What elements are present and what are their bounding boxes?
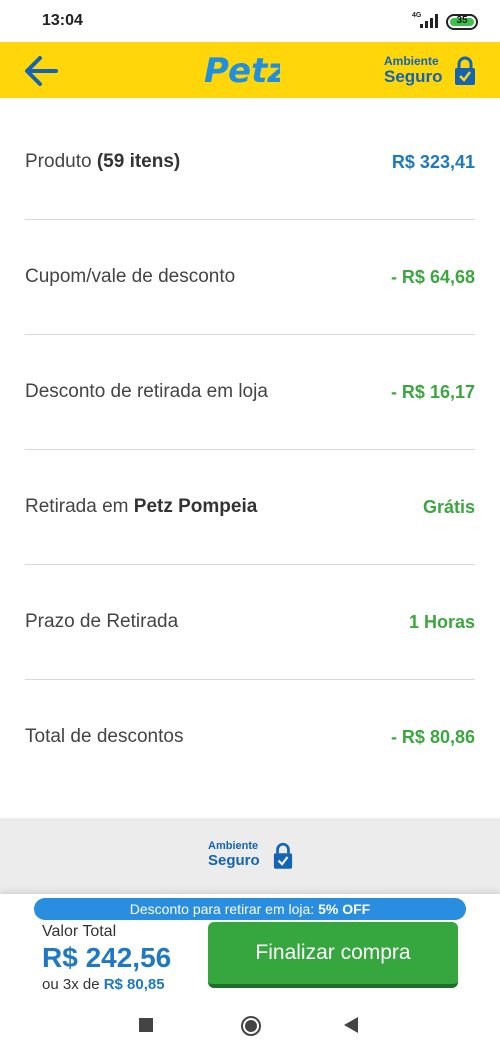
battery-level: 35 bbox=[456, 15, 468, 26]
summary-value: - R$ 16,17 bbox=[390, 382, 475, 402]
home-icon[interactable] bbox=[240, 1015, 262, 1037]
status-bar: 13:04 4G 35 bbox=[0, 0, 500, 42]
petz-logo[interactable]: Petz bbox=[202, 48, 280, 92]
summary-value: - R$ 64,68 bbox=[390, 267, 475, 287]
summary-row-product: Produto (59 itens) R$ 323,41 bbox=[25, 98, 475, 213]
summary-row-coupon: Cupom/vale de desconto - R$ 64,68 bbox=[25, 213, 475, 328]
status-time: 13:04 bbox=[42, 12, 83, 29]
back-arrow-icon[interactable] bbox=[22, 52, 60, 90]
summary-label: Total de descontos bbox=[25, 726, 184, 747]
total-label: Valor Total bbox=[42, 923, 117, 940]
recent-apps-icon[interactable] bbox=[139, 1018, 153, 1032]
checkout-bar: Desconto para retirar em loja: 5% OFF Va… bbox=[0, 894, 500, 996]
summary-row-pickup-discount: Desconto de retirada em loja - R$ 16,17 bbox=[25, 328, 475, 443]
back-icon[interactable] bbox=[343, 1016, 359, 1034]
svg-text:Petz: Petz bbox=[204, 51, 280, 91]
summary-value: R$ 323,41 bbox=[391, 152, 475, 172]
summary-value: - R$ 80,86 bbox=[390, 727, 475, 747]
summary-label: Desconto de retirada em loja bbox=[25, 381, 268, 402]
secure-badge: Ambiente Seguro bbox=[208, 840, 298, 874]
secure-line1: Ambiente bbox=[384, 54, 439, 68]
summary-label: Retirada em Petz Pompeia bbox=[25, 496, 258, 517]
secure-section: Ambiente Seguro bbox=[0, 818, 500, 894]
summary-value: Grátis bbox=[422, 497, 475, 517]
summary-row-total-discounts: Total de descontos - R$ 80,86 bbox=[25, 673, 475, 788]
secure-badge: Ambiente Seguro bbox=[384, 54, 484, 88]
summary-label: Prazo de Retirada bbox=[25, 611, 179, 632]
secure-line1: Ambiente bbox=[208, 840, 259, 852]
summary-row-pickup-store: Retirada em Petz Pompeia Grátis bbox=[25, 443, 475, 558]
secure-line2: Seguro bbox=[384, 67, 443, 86]
app-header: Petz Ambiente Seguro bbox=[0, 42, 500, 98]
lock-icon bbox=[273, 842, 293, 869]
installments-text: ou 3x de R$ 80,85 bbox=[42, 976, 165, 993]
finalize-purchase-button[interactable]: Finalizar compra bbox=[208, 922, 458, 988]
summary-label: Cupom/vale de desconto bbox=[25, 266, 236, 287]
summary-label: Produto (59 itens) bbox=[25, 151, 181, 172]
battery-icon: 35 bbox=[446, 14, 478, 30]
secure-line2: Seguro bbox=[208, 852, 260, 869]
total-value: R$ 242,56 bbox=[42, 942, 172, 973]
pickup-discount-banner: Desconto para retirar em loja: 5% OFF bbox=[34, 898, 466, 920]
lock-icon bbox=[455, 56, 475, 85]
summary-row-pickup-time: Prazo de Retirada 1 Horas bbox=[25, 558, 475, 673]
summary-value: 1 Horas bbox=[408, 612, 475, 632]
signal-icon bbox=[420, 14, 438, 28]
system-nav-bar bbox=[0, 996, 500, 1056]
